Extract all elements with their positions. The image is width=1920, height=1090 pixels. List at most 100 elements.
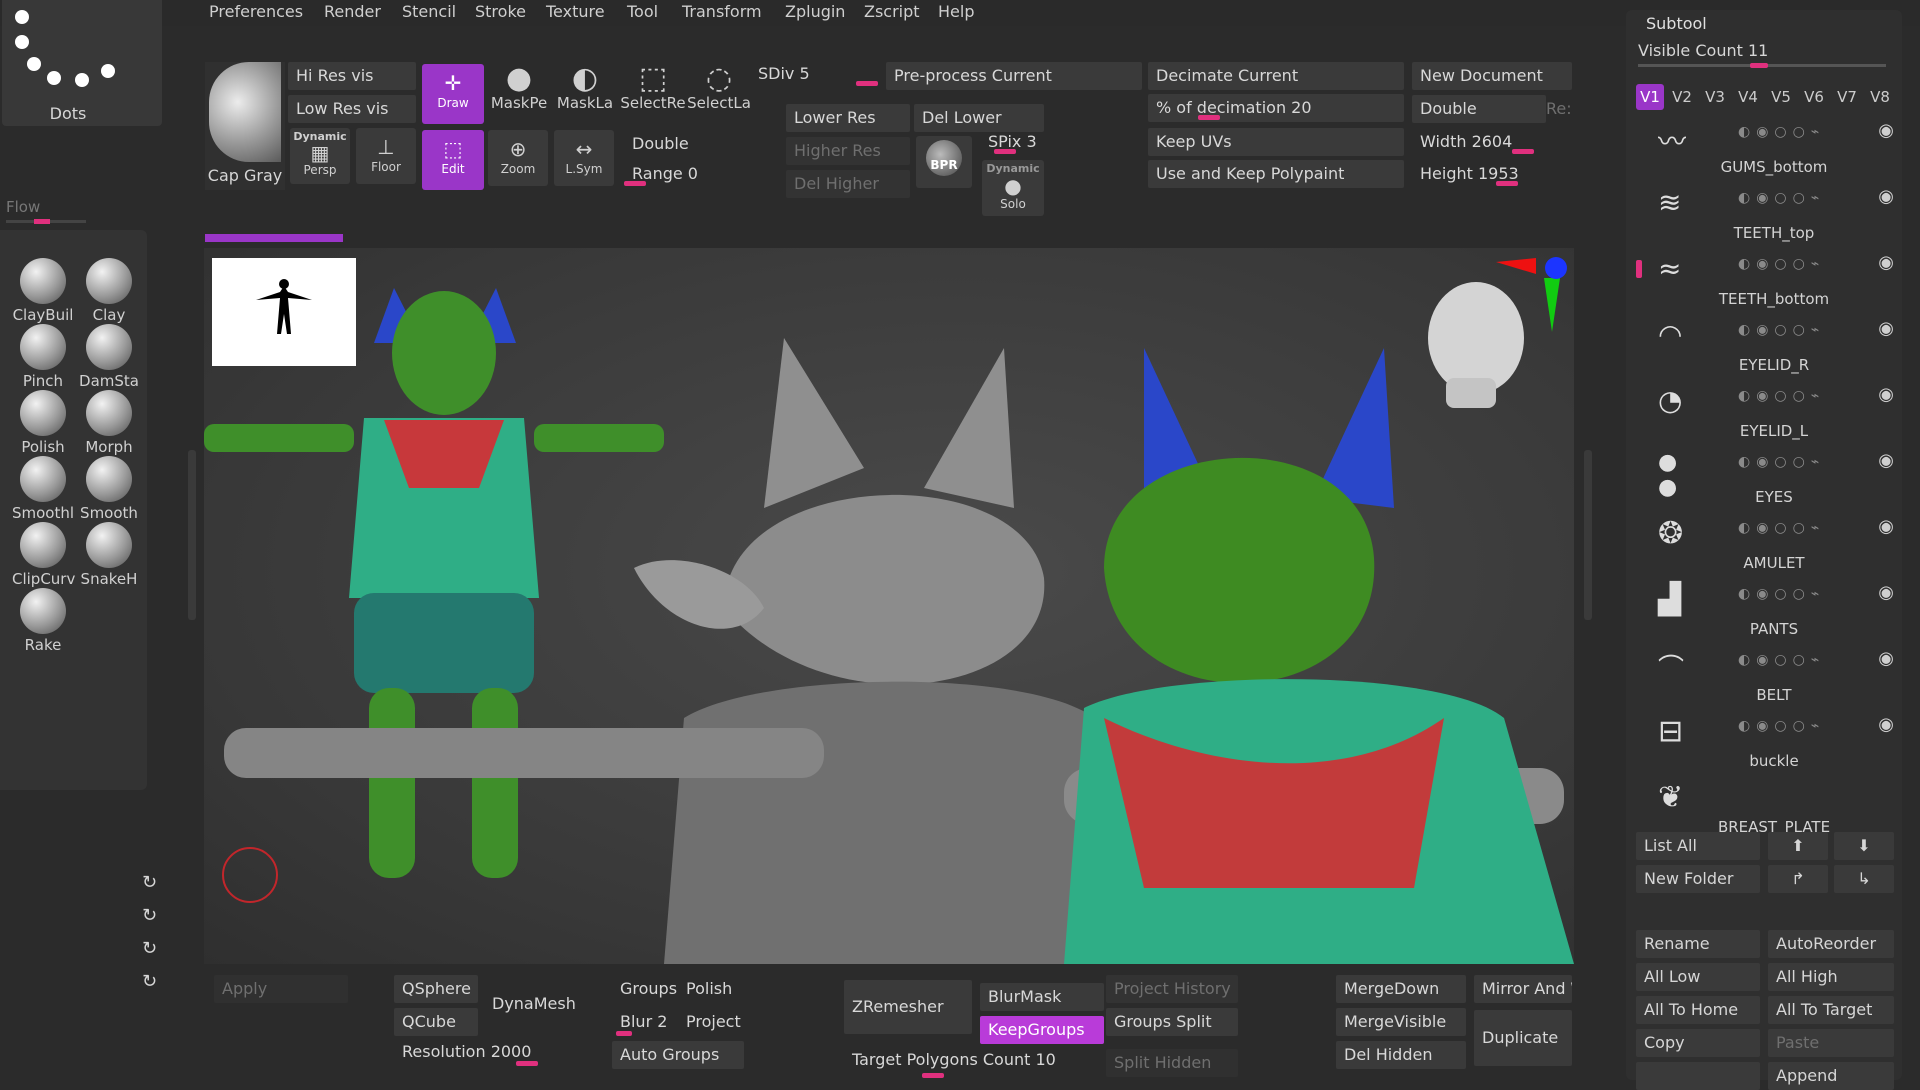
eye-icon[interactable]: ◉ [1878,318,1894,339]
groups-split-button[interactable]: Groups Split [1106,1008,1238,1036]
brush-damstandard[interactable]: DamSta [78,324,140,390]
floor-button[interactable]: ⊥ Floor [356,128,416,184]
menu-render[interactable]: Render [324,0,381,26]
subtool-item[interactable]: ≈ ◐◉○○⌁ ◉ TEETH_bottom [1654,244,1894,310]
3d-viewport[interactable] [204,248,1574,964]
polish-toggle[interactable]: Polish [678,975,744,1003]
all-to-target-button[interactable]: All To Target [1768,996,1894,1024]
move-up-arrow-icon[interactable]: ⬆ [1768,832,1828,860]
low-res-vis-button[interactable]: Low Res vis [288,95,416,123]
duplicate-button[interactable]: Duplicate [1474,1010,1572,1066]
rename-button[interactable]: Rename [1636,930,1760,958]
menu-zplugin[interactable]: Zplugin [785,0,845,26]
subtool-item[interactable]: ≋ ◐◉○○⌁ ◉ TEETH_top [1654,178,1894,244]
dynamesh-button[interactable]: DynaMesh [484,990,606,1018]
list-all-button[interactable]: List All [1636,832,1760,860]
width-slider-knob[interactable] [1512,149,1534,154]
subtool-item[interactable]: ⊟ ◐◉○○⌁ ◉ buckle [1654,706,1894,772]
brush-smooth[interactable]: Smooth [78,456,140,522]
draw-button[interactable]: ✛ Draw [422,64,484,124]
version-tab-v3[interactable]: V3 [1701,84,1729,110]
width-slider[interactable]: Width 2604 [1412,128,1572,156]
eye-icon[interactable]: ◉ [1878,582,1894,603]
brush-snakehook[interactable]: SnakeH [78,522,140,588]
material-preview[interactable]: Cap Gray [205,62,285,190]
keep-polypaint-toggle[interactable]: Use and Keep Polypaint [1148,160,1404,188]
mirror-and-weld-button[interactable]: Mirror And W [1474,975,1572,1003]
keep-uvs-toggle[interactable]: Keep UVs [1148,128,1404,156]
blank-button[interactable] [1636,1062,1760,1090]
brush-pinch[interactable]: Pinch [12,324,74,390]
subtool-toggles[interactable]: ◐◉○○⌁ [1738,586,1825,602]
subtool-item[interactable]: ▟ ◐◉○○⌁ ◉ PANTS [1654,574,1894,640]
brush-clipcurve[interactable]: ClipCurv [12,522,75,588]
eye-icon[interactable]: ◉ [1878,516,1894,537]
subtool-item[interactable]: ❦ BREAST_PLATE [1654,772,1894,838]
apply-button[interactable]: Apply [214,975,348,1003]
append-button[interactable]: Append [1768,1062,1894,1090]
mask-pen-button[interactable]: ● MaskPe [488,62,550,124]
decimation-percent-slider[interactable]: % of decimation 20 [1148,94,1404,122]
move-out-folder-icon[interactable]: ↳ [1834,865,1894,893]
subtool-item[interactable]: ● ● ◐◉○○⌁ ◉ EYES [1654,442,1894,508]
subtool-toggles[interactable]: ◐◉○○⌁ [1738,256,1825,272]
subtool-toggles[interactable]: ◐◉○○⌁ [1738,124,1825,140]
eye-icon[interactable]: ◉ [1878,648,1894,669]
solo-button[interactable]: Dynamic ● Solo [982,160,1044,216]
all-low-button[interactable]: All Low [1636,963,1760,991]
decimation-slider-knob[interactable] [1198,115,1220,120]
subtool-item[interactable]: ◠ ◐◉○○⌁ ◉ EYELID_R [1654,310,1894,376]
eye-icon[interactable]: ◉ [1878,384,1894,405]
qcube-button[interactable]: QCube [394,1008,478,1036]
subtool-item[interactable]: ◔ ◐◉○○⌁ ◉ EYELID_L [1654,376,1894,442]
subtool-item[interactable]: ⌒ ◐◉○○⌁ ◉ BELT [1654,640,1894,706]
merge-down-button[interactable]: MergeDown [1336,975,1466,1003]
subtool-toggles[interactable]: ◐◉○○⌁ [1738,454,1825,470]
menu-texture[interactable]: Texture [546,0,605,26]
version-tab-v8[interactable]: V8 [1866,84,1894,110]
lower-res-button[interactable]: Lower Res [786,104,910,132]
edit-button[interactable]: ⬚ Edit [422,130,484,190]
height-slider-knob[interactable] [1496,181,1518,186]
menu-stroke[interactable]: Stroke [475,0,526,26]
select-rect-button[interactable]: ⬚ SelectRe [620,62,686,124]
version-tab-v5[interactable]: V5 [1767,84,1795,110]
move-down-arrow-icon[interactable]: ⬇ [1834,832,1894,860]
new-document-button[interactable]: New Document [1412,62,1572,90]
height-slider[interactable]: Height 1953 [1412,160,1572,188]
menu-preferences[interactable]: Preferences [209,0,303,26]
merge-visible-button[interactable]: MergeVisible [1336,1008,1466,1036]
sdiv-slider-knob[interactable] [856,81,878,86]
split-hidden-button[interactable]: Split Hidden [1106,1049,1238,1077]
project-history-button[interactable]: Project History [1106,975,1238,1003]
subtool-toggles[interactable]: ◐◉○○⌁ [1738,322,1825,338]
version-tab-v4[interactable]: V4 [1734,84,1762,110]
sdiv-slider[interactable]: SDiv 5 [750,60,884,88]
resolution-slider-knob[interactable] [516,1061,538,1066]
select-lasso-button[interactable]: ◌ SelectLa [686,62,752,124]
right-tray-scrollbar[interactable] [1584,450,1592,620]
refresh-icon[interactable]: ↻ [142,938,157,959]
range-slider[interactable]: Range 0 [616,160,746,188]
blurmask-button[interactable]: BlurMask [980,983,1104,1011]
refresh-icon[interactable]: ↻ [142,905,157,926]
refresh-icon[interactable]: ↻ [142,971,157,992]
eye-icon[interactable]: ◉ [1878,714,1894,735]
all-high-button[interactable]: All High [1768,963,1894,991]
blur-slider[interactable]: Blur 2 [612,1008,678,1036]
subtool-toggles[interactable]: ◐◉○○⌁ [1738,388,1825,404]
del-higher-button[interactable]: Del Higher [786,170,910,198]
auto-reorder-button[interactable]: AutoReorder [1768,930,1894,958]
copy-button[interactable]: Copy [1636,1029,1760,1057]
visible-count-slider[interactable]: Visible Count 11 [1638,41,1894,68]
subtool-toggles[interactable]: ◐◉○○⌁ [1738,190,1825,206]
subtool-toggles[interactable]: ◐◉○○⌁ [1738,520,1825,536]
double-document-button[interactable]: Double [1412,95,1546,123]
persp-button[interactable]: Dynamic ▦ Persp [290,128,350,184]
higher-res-button[interactable]: Higher Res [786,137,910,165]
resolution-slider[interactable]: Resolution 2000 [394,1038,590,1066]
eye-icon[interactable]: ◉ [1878,450,1894,471]
left-tray-scrollbar[interactable] [188,450,196,620]
mask-lasso-button[interactable]: ◐ MaskLa [554,62,616,124]
flow-slider[interactable] [6,219,86,224]
